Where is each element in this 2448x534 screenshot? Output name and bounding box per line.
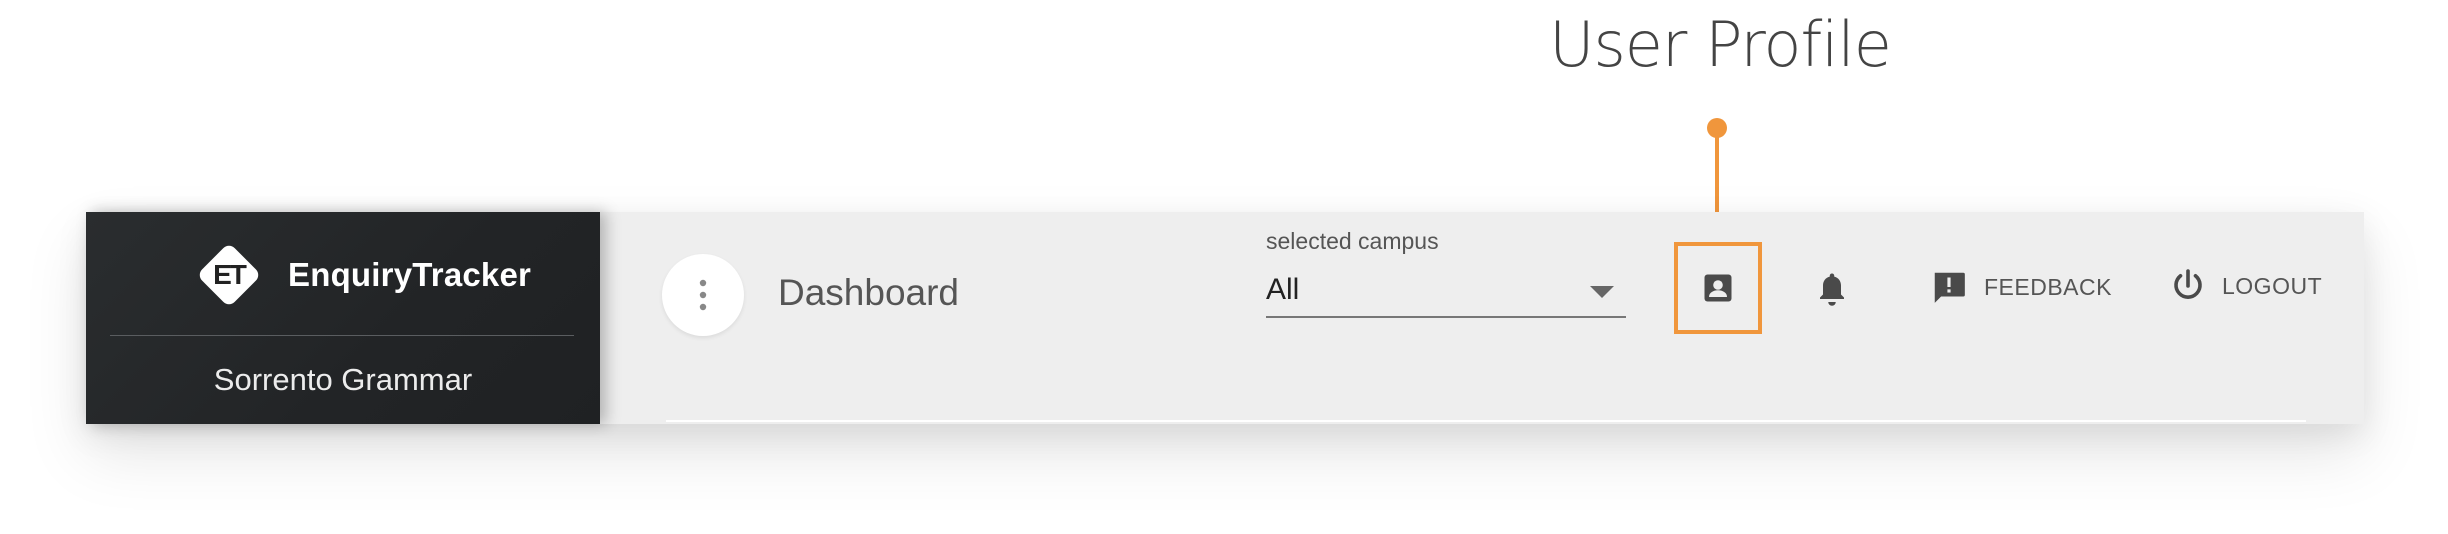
feedback-button[interactable]: FEEDBACK	[1930, 268, 2112, 306]
sidebar-divider	[110, 335, 574, 336]
menu-button[interactable]	[662, 254, 744, 336]
user-profile-button[interactable]	[1674, 242, 1762, 334]
notifications-button[interactable]	[1814, 270, 1850, 315]
campus-select[interactable]: All	[1266, 264, 1626, 318]
content-divider	[666, 420, 2306, 422]
feedback-label: FEEDBACK	[1984, 273, 2112, 300]
logout-label: LOGOUT	[2222, 272, 2323, 299]
account-box-icon	[1704, 274, 1732, 302]
campus-label: selected campus	[1266, 228, 1439, 254]
campus-value: All	[1266, 273, 1300, 306]
more-vert-icon	[699, 279, 707, 311]
logo[interactable]: ET EnquiryTracker	[194, 240, 531, 310]
callout-title: User Profile	[1549, 8, 1892, 81]
logo-badge: ET	[194, 240, 264, 310]
page-title: Dashboard	[778, 272, 960, 313]
logo-mark: ET	[213, 259, 247, 290]
bell-icon	[1820, 273, 1844, 306]
app-window: ET EnquiryTracker Sorrento Grammar Dashb…	[86, 212, 2364, 424]
dropdown-arrow-icon	[1590, 286, 1614, 298]
feedback-icon	[1934, 272, 1965, 303]
sidebar: ET EnquiryTracker Sorrento Grammar	[86, 212, 600, 424]
logo-text: EnquiryTracker	[288, 256, 532, 293]
school-name: Sorrento Grammar	[213, 362, 473, 397]
logout-button[interactable]: LOGOUT	[2170, 268, 2322, 304]
power-icon	[2174, 269, 2202, 299]
